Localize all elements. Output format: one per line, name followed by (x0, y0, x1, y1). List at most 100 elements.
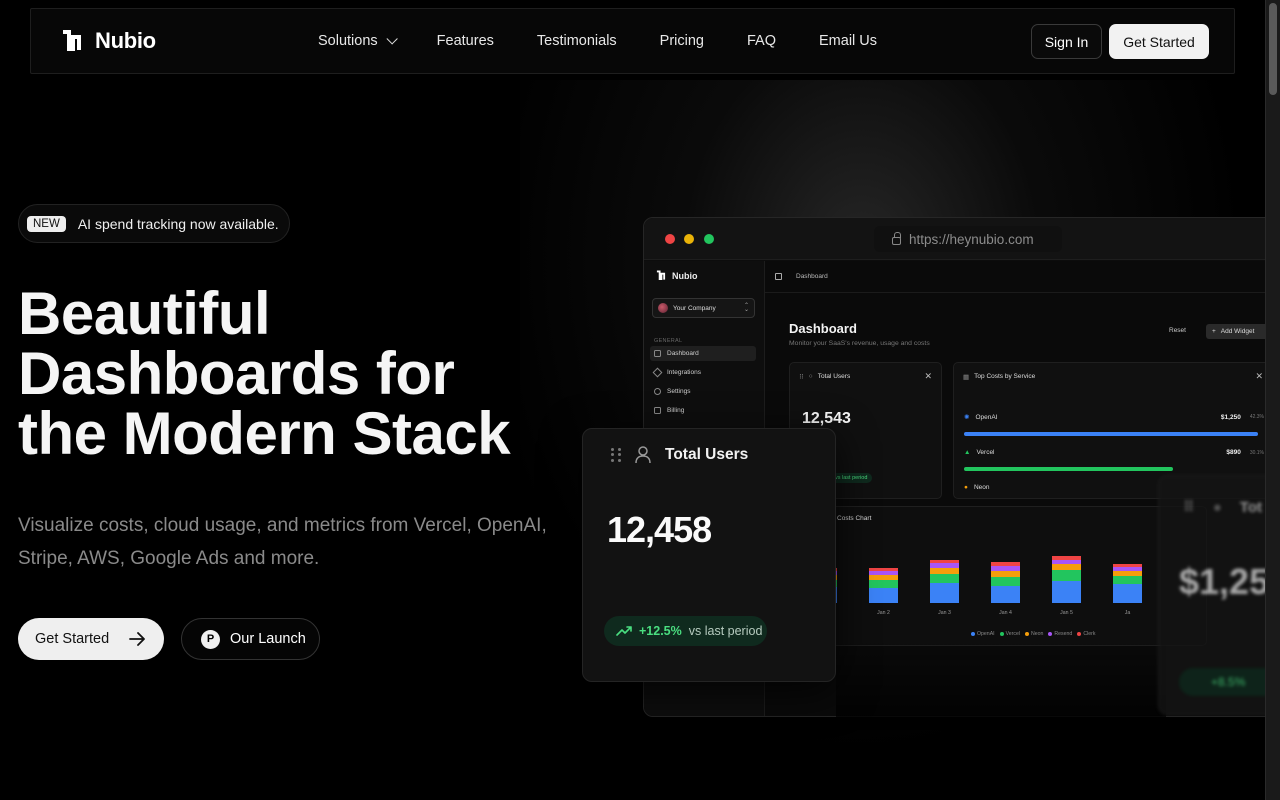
plus-icon: + (1212, 328, 1216, 335)
chart-bar-segment (869, 580, 898, 588)
user-icon: ○ (808, 373, 813, 380)
reset-button: Reset (1169, 327, 1186, 334)
chart-legend: OpenAI Vercel Neon Resend Clerk (971, 631, 1095, 637)
navbar: Nubio Solutions Features Testimonials Pr… (30, 8, 1235, 74)
window-close-dot (665, 234, 675, 244)
our-launch-button[interactable]: P Our Launch (181, 618, 320, 660)
chart-icon (654, 350, 661, 357)
announcement-badge[interactable]: NEW AI spend tracking now available. (18, 204, 290, 243)
chart-bar-segment (930, 563, 959, 568)
chart-bar-segment (1113, 584, 1142, 603)
drag-handle-icon (611, 448, 621, 462)
chart-bar-segment (930, 568, 959, 574)
main-menu: Solutions Features Testimonials Pricing … (318, 33, 920, 49)
nav-get-started-button[interactable]: Get Started (1109, 24, 1209, 59)
our-launch-label: Our Launch (230, 631, 306, 647)
card-title: Top Costs by Service (974, 373, 1036, 380)
chart-bar-segment (991, 577, 1020, 586)
window-minimize-dot (684, 234, 694, 244)
sidebar-item-label: Billing (667, 407, 685, 414)
service-name: Neon (973, 484, 990, 491)
chevron-up-down-icon: ⌃ ⌄ (743, 303, 749, 313)
legend-item: Resend (1048, 631, 1072, 637)
close-icon: ✕ (1255, 371, 1263, 381)
chart-bar-segment (930, 583, 959, 603)
chart-bar-segment (869, 568, 898, 571)
card-header: ⠿ ● Tot (1183, 498, 1262, 517)
hero-get-started-button[interactable]: Get Started (18, 618, 164, 660)
menu-solutions[interactable]: Solutions (318, 33, 398, 49)
openai-icon: ✺ (964, 414, 970, 421)
close-icon: ✕ (924, 371, 932, 381)
page-scrollbar[interactable] (1265, 0, 1280, 800)
app-brand-name: Nubio (672, 270, 698, 281)
sidebar-item-label: Integrations (667, 369, 701, 376)
chart-x-label: Jan 5 (1060, 610, 1073, 616)
browser-toolbar: https://heynubio.com (644, 218, 1280, 260)
arrow-right-icon (129, 632, 145, 646)
service-percent: 42.3% (1249, 414, 1264, 420)
add-widget-button: + Add Widget (1206, 324, 1270, 339)
card-title: Total Users (817, 373, 851, 380)
chart-bar-segment (869, 575, 898, 580)
url-text: https://heynubio.com (909, 231, 1034, 247)
brand-logo[interactable]: Nubio (61, 28, 156, 54)
hero-subtitle: Visualize costs, cloud usage, and metric… (18, 515, 547, 569)
legend-item: OpenAI (971, 631, 995, 637)
menu-pricing[interactable]: Pricing (660, 33, 704, 49)
sidebar-section-label: GENERAL (654, 338, 683, 344)
service-value: $890 (1226, 449, 1241, 456)
neon-icon: ● (964, 484, 968, 491)
sidebar-toggle-icon (775, 273, 782, 280)
chart-bar-segment (1113, 576, 1142, 584)
menu-features[interactable]: Features (437, 33, 494, 49)
app-brand: Nubio (656, 270, 698, 281)
card-header: Total Users (611, 446, 748, 464)
chart-bar-segment (991, 566, 1020, 571)
service-row-vercel: ▲ Vercel $890 30.1% (964, 449, 1264, 456)
announcement-text: AI spend tracking now available. (77, 215, 279, 232)
dashboard-title: Dashboard (789, 321, 857, 336)
drag-handle-icon: ⠿ (1183, 499, 1195, 516)
trend-pill: +12.5% vs last period (604, 616, 767, 646)
chart-x-label: Ja (1124, 610, 1131, 616)
chart-bar-segment (1052, 570, 1081, 581)
sign-in-button[interactable]: Sign In (1031, 24, 1102, 59)
costs-chart-card: y Costs Chart Jan 1Jan 2Jan 3Jan 4Jan 5J… (807, 506, 1207, 646)
chart-x-label: Jan 3 (938, 610, 951, 616)
chart-bar-segment (991, 586, 1020, 603)
menu-testimonials[interactable]: Testimonials (537, 33, 617, 49)
trending-up-icon (616, 626, 632, 636)
dashboard-subtitle: Monitor your SaaS's revenue, usage and c… (789, 340, 930, 347)
menu-email-us[interactable]: Email Us (819, 33, 877, 49)
company-selector: Your Company ⌃ ⌄ (652, 298, 755, 318)
chart-bar-segment (930, 574, 959, 583)
sidebar-item-label: Settings (667, 388, 691, 395)
window-maximize-dot (704, 234, 714, 244)
service-row-openai: ✺ OpenAI $1,250 42.3% (964, 413, 1264, 422)
chart-bar-segment (869, 571, 898, 575)
total-users-value: 12,458 (607, 509, 712, 550)
menu-faq[interactable]: FAQ (747, 33, 776, 49)
service-name: Vercel (976, 449, 995, 456)
hero-get-started-label: Get Started (35, 631, 110, 647)
legend-item: Neon (1025, 631, 1043, 637)
trend-text: vs last period (688, 624, 763, 638)
legend-item: Clerk (1077, 631, 1095, 637)
chart-bar-segment (930, 560, 959, 563)
chart-bar-segment (991, 562, 1020, 566)
service-bar-vercel (964, 467, 1173, 471)
new-tag: NEW (27, 215, 66, 232)
sidebar-item-settings: Settings (650, 384, 756, 399)
floating-total-users-card: Total Users 12,458 +12.5% vs last period (582, 428, 836, 682)
hero-title: Beautiful Dashboards for the Modern Stac… (18, 284, 511, 464)
url-bar: https://heynubio.com (874, 226, 1062, 252)
chart-bar-segment (991, 571, 1020, 577)
card-header: ▦ Top Costs by Service ✕ (954, 363, 1272, 390)
service-percent: 30.1% (1249, 449, 1264, 456)
chart-bar-segment (1113, 564, 1142, 567)
total-cost-value: $1,25 (1179, 561, 1270, 602)
scrollbar-thumb[interactable] (1269, 3, 1277, 95)
chart-x-label: Jan 2 (877, 610, 890, 616)
plug-icon (652, 367, 663, 378)
